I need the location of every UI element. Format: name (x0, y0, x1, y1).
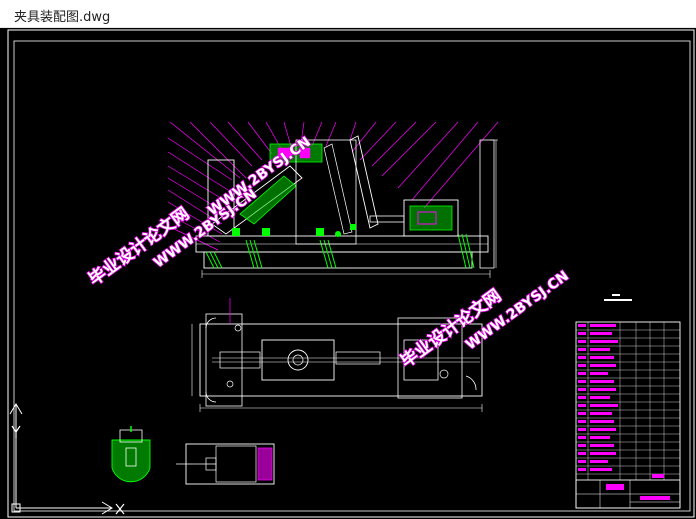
push-rod (369, 215, 405, 223)
drawing-viewport[interactable]: 毕业设计论文网 WWW.2BYSJ.CN 毕业设计论文网 WWW.2BYSJ.C… (0, 28, 696, 519)
base-feet-hatch (205, 233, 475, 269)
detail-view-2 (176, 443, 275, 485)
top-view (191, 298, 483, 412)
base-plate-lower (203, 251, 473, 269)
cad-window: 夹具装配图.dwg 毕业设计论文网 WWW.2BYSJ.CN 毕业设计论文网 W… (0, 0, 696, 519)
detail-view-1 (111, 426, 151, 483)
parts-list (575, 294, 681, 509)
drawing-canvas[interactable]: 毕业设计论文网 WWW.2BYSJ.CN 毕业设计论文网 WWW.2BYSJ.C… (0, 28, 696, 519)
ucs-icon (9, 403, 113, 515)
title-bar: 夹具装配图.dwg (0, 0, 696, 28)
right-column (479, 139, 495, 269)
ucs-x-label (115, 503, 125, 515)
top-clamp-body (261, 339, 335, 381)
green-details (232, 224, 356, 237)
file-title: 夹具装配图.dwg (14, 10, 111, 25)
